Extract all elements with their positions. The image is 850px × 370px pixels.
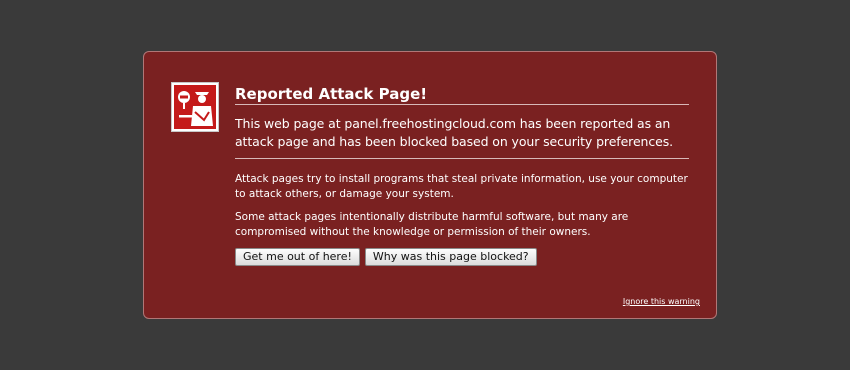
error-short-description: This web page at panel.freehostingcloud.… [235,115,689,159]
long-desc-paragraph-1: Attack pages try to install programs tha… [235,173,688,200]
security-officer-icon [171,82,219,132]
get-me-out-button[interactable]: Get me out of here! [235,248,360,266]
long-desc-paragraph-2: Some attack pages intentionally distribu… [235,211,629,238]
ignore-warning-link[interactable]: Ignore this warning [623,297,700,306]
error-title: Reported Attack Page! [235,85,689,105]
page: Reported Attack Page! This web page at p… [0,0,850,370]
button-row: Get me out of here! Why was this page bl… [235,248,689,266]
error-content: Reported Attack Page! This web page at p… [235,85,689,266]
error-panel: Reported Attack Page! This web page at p… [143,51,717,319]
error-long-description: Attack pages try to install programs tha… [235,172,689,239]
why-blocked-button[interactable]: Why was this page blocked? [364,248,537,266]
